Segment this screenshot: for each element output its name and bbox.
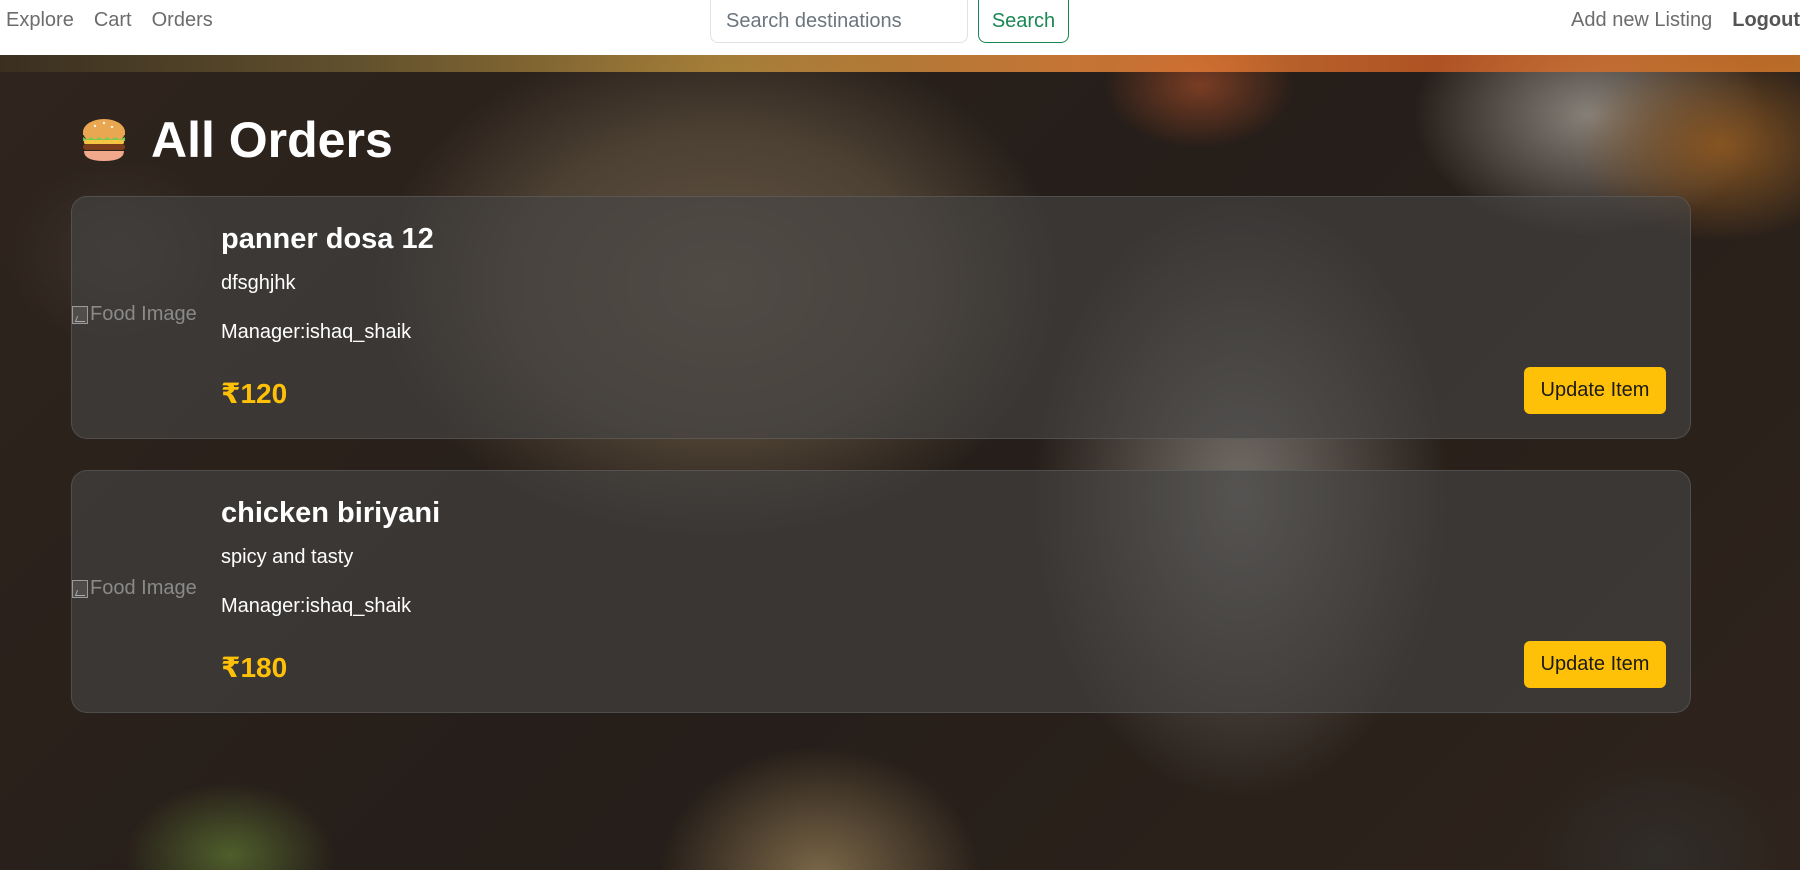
nav-explore-link[interactable]: Explore (6, 9, 74, 32)
nav-orders-link[interactable]: Orders (152, 9, 213, 32)
item-price: ₹120 (221, 378, 288, 409)
food-image-alt-text: Food Image (90, 577, 197, 599)
search-form: Search (710, 0, 1069, 44)
item-name: chicken biriyani (221, 497, 441, 529)
order-card: Food Image panner dosa 12 dfsghjhk Manag… (71, 196, 1691, 439)
nav-right-links: Add new Listing Logout (1571, 0, 1800, 40)
page-title: All Orders (151, 112, 393, 168)
orders-main: All Orders Food Image panner dosa 12 dfs… (71, 110, 1691, 713)
search-input[interactable] (710, 0, 968, 43)
item-name: panner dosa 12 (221, 223, 434, 255)
page-header: All Orders (71, 110, 1691, 170)
food-image: Food Image (72, 303, 197, 326)
food-image: Food Image (72, 577, 197, 600)
item-price: ₹180 (221, 652, 288, 683)
nav-cart-link[interactable]: Cart (94, 9, 132, 32)
burger-emoji-icon (83, 119, 125, 161)
update-item-button[interactable]: Update Item (1524, 367, 1666, 414)
add-new-listing-link[interactable]: Add new Listing (1571, 9, 1712, 32)
item-manager: Manager:ishaq_shaik (221, 595, 412, 617)
broken-image-icon (72, 305, 88, 324)
food-image-alt-text: Food Image (90, 303, 197, 325)
top-navbar: Explore Cart Orders Search Add new Listi… (0, 0, 1800, 55)
search-button[interactable]: Search (978, 0, 1069, 43)
item-description: dfsghjhk (221, 272, 296, 294)
item-description: spicy and tasty (221, 546, 354, 568)
logout-link[interactable]: Logout (1732, 9, 1800, 32)
nav-left-links: Explore Cart Orders (0, 0, 227, 40)
order-card: Food Image chicken biriyani spicy and ta… (71, 470, 1691, 713)
item-manager: Manager:ishaq_shaik (221, 321, 412, 343)
broken-image-icon (72, 579, 88, 598)
update-item-button[interactable]: Update Item (1524, 641, 1666, 688)
